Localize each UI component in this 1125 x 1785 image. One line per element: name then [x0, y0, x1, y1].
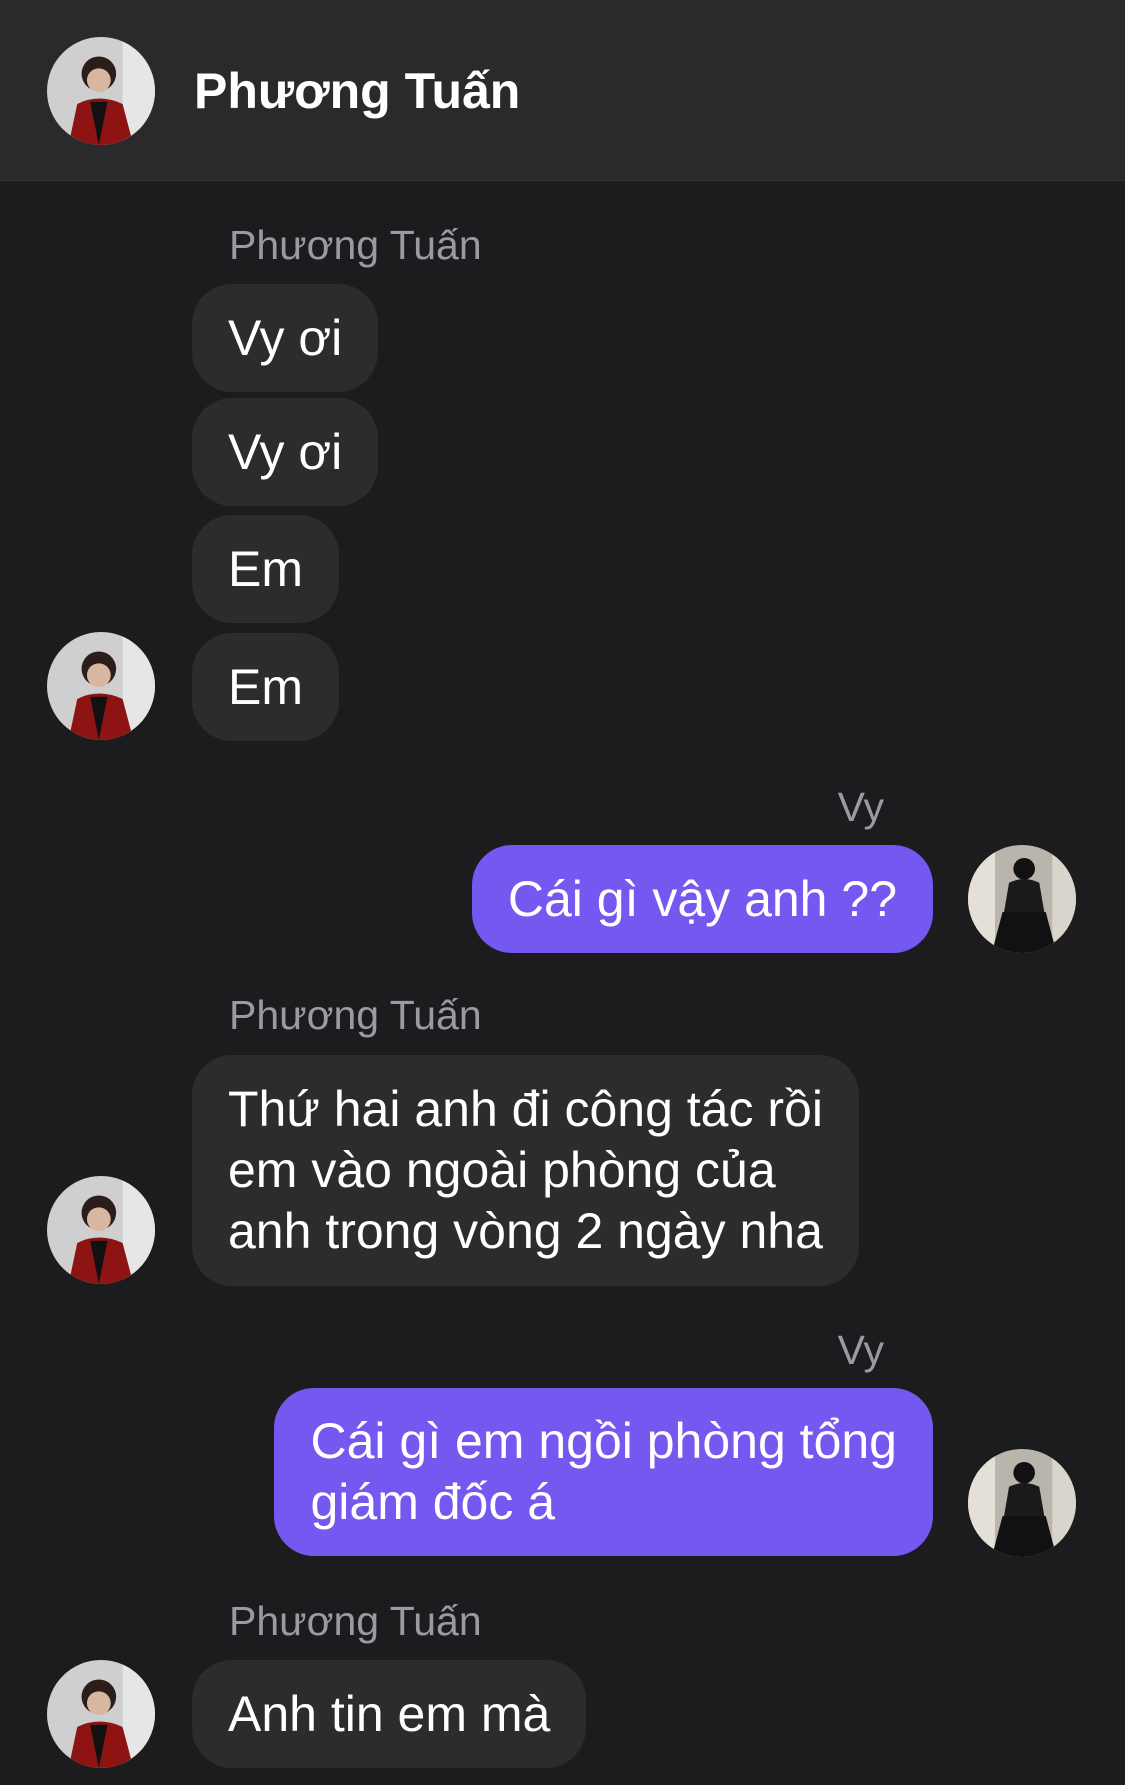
message-text: Em: [228, 658, 303, 715]
message-text: Vy ơi: [228, 309, 343, 366]
contact-avatar[interactable]: [47, 632, 155, 740]
message-text: Vy ơi: [228, 423, 343, 480]
contact-avatar[interactable]: [47, 1176, 155, 1284]
message-bubble-incoming[interactable]: Vy ơi: [192, 284, 379, 392]
message-text: Anh tin em mà: [228, 1685, 551, 1742]
sender-label: Vy: [837, 1327, 884, 1373]
message-text: Em: [228, 540, 303, 597]
message-bubble-incoming[interactable]: Em: [192, 633, 339, 741]
own-avatar[interactable]: [968, 845, 1076, 953]
message-bubble-outgoing[interactable]: Cái gì vậy anh ??: [471, 845, 933, 953]
message-text: Thứ hai anh đi công tác rồi em vào ngoài…: [228, 1081, 823, 1259]
contact-avatar[interactable]: [47, 1660, 155, 1768]
message-bubble-incoming[interactable]: Vy ơi: [192, 398, 379, 506]
sender-label: Phương Tuấn: [229, 1598, 482, 1644]
sender-label: Phương Tuấn: [229, 992, 482, 1038]
message-bubble-incoming[interactable]: Em: [192, 515, 339, 623]
contact-avatar[interactable]: [47, 37, 155, 145]
message-bubble-outgoing[interactable]: Cái gì em ngồi phòng tổng giám đốc á: [274, 1388, 933, 1556]
message-bubble-incoming[interactable]: Thứ hai anh đi công tác rồi em vào ngoài…: [192, 1055, 859, 1286]
contact-name[interactable]: Phương Tuấn: [194, 58, 520, 124]
chat-header: Phương Tuấn: [0, 0, 1125, 181]
message-text: Cái gì vậy anh ??: [507, 870, 897, 927]
message-text: Cái gì em ngồi phòng tổng giám đốc á: [310, 1413, 897, 1530]
sender-label: Phương Tuấn: [229, 222, 482, 268]
sender-label: Vy: [837, 784, 884, 830]
message-bubble-incoming[interactable]: Anh tin em mà: [192, 1660, 587, 1768]
own-avatar[interactable]: [968, 1449, 1076, 1557]
